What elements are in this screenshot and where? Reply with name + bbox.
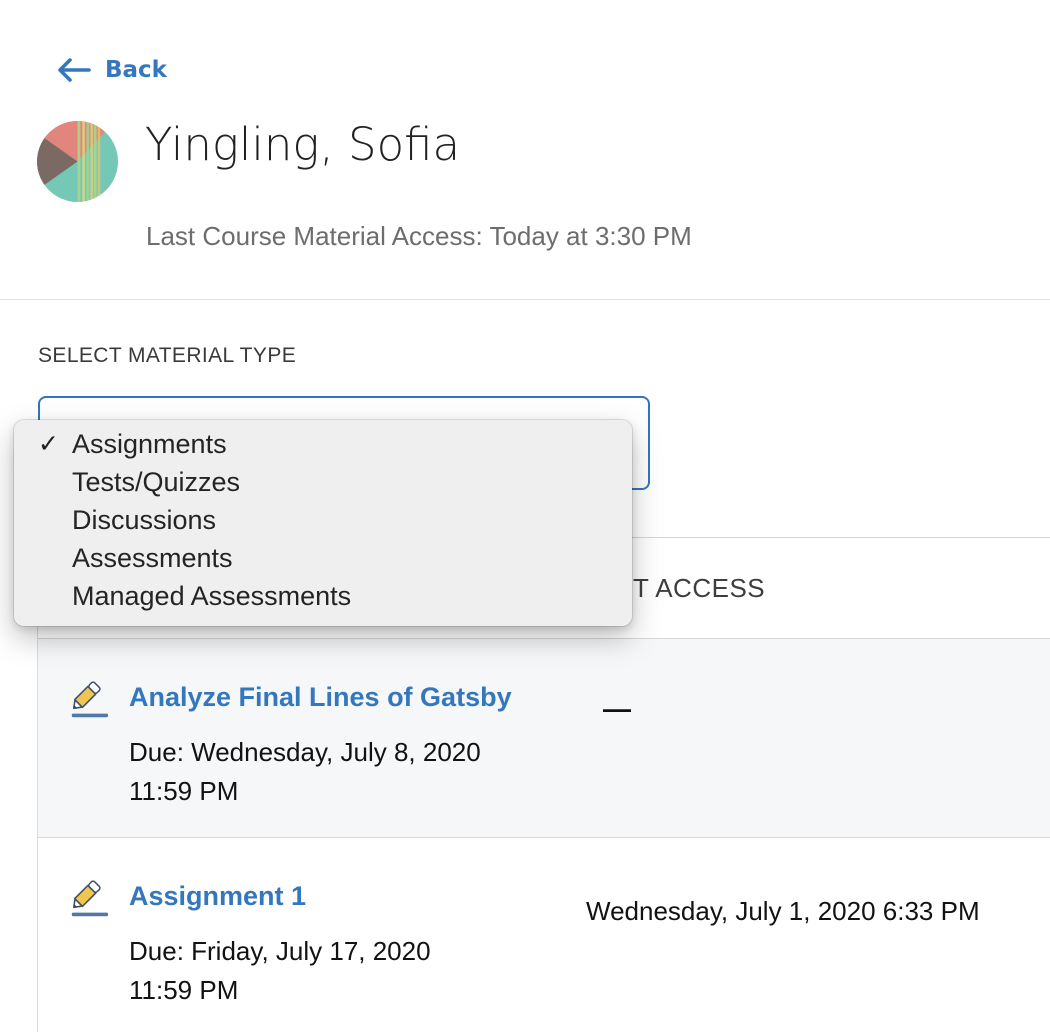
student-name: Yingling, Sofia [145,122,460,167]
menu-item-managed-assessments[interactable]: Managed Assessments [14,577,632,615]
no-access-dash: — [603,693,631,725]
last-access-text: Last Course Material Access: Today at 3:… [146,222,692,251]
access-header-visible-part: T ACCESS [633,573,765,604]
menu-item-tests-quizzes[interactable]: Tests/Quizzes [14,463,632,501]
assignment-pencil-icon [63,675,110,722]
material-row: Assignment 1 Due: Friday, July 17, 2020 … [38,838,1050,1032]
material-due-date: Due: Wednesday, July 8, 2020 11:59 PM [129,733,481,811]
material-due-date: Due: Friday, July 17, 2020 11:59 PM [129,932,431,1010]
material-access-date: Wednesday, July 1, 2020 6:33 PM [586,896,980,927]
menu-item-assessments[interactable]: Assessments [14,539,632,577]
course-analytics-page: Back Yingling, Sofia Last Course Materia… [0,0,1050,1032]
back-label: Back [105,55,167,85]
back-arrow-icon [55,56,93,84]
menu-item-assignments[interactable]: ✓ Assignments [14,425,632,463]
material-type-label: SELECT MATERIAL TYPE [38,345,296,366]
material-title-link[interactable]: Analyze Final Lines of Gatsby [129,681,512,713]
material-type-menu: ✓ Assignments Tests/Quizzes Discussions … [14,420,632,626]
student-avatar [37,121,118,202]
access-column-header: MOST RECEN T ACCESS [633,538,765,638]
menu-item-discussions[interactable]: Discussions [14,501,632,539]
material-row: Analyze Final Lines of Gatsby Due: Wedne… [38,639,1050,838]
header-divider [0,299,1050,300]
material-title-link[interactable]: Assignment 1 [129,880,306,912]
assignment-pencil-icon [63,874,110,921]
back-button[interactable]: Back [55,55,167,85]
checkmark-icon: ✓ [38,425,59,463]
